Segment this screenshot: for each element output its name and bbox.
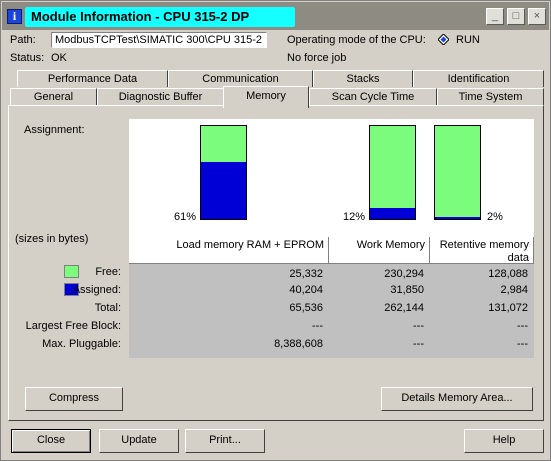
retentive-memory-percent: 2% — [487, 211, 503, 223]
path-field[interactable]: ModbusTCPTest\SIMATIC 300\CPU 315-2 — [51, 32, 267, 48]
table-cell: --- — [413, 320, 424, 332]
work-memory-percent: 12% — [343, 211, 366, 223]
module-information-window: i Module Information - CPU 315-2 DP _ □ … — [0, 0, 551, 461]
row-label-free: Free: — [95, 266, 121, 278]
column-header-load-memory: Load memory RAM + EPROM — [129, 237, 329, 264]
tab-diagnostic-buffer[interactable]: Diagnostic Buffer — [97, 88, 224, 105]
minimize-button[interactable]: _ — [486, 8, 504, 25]
table-cell: 2,984 — [500, 284, 528, 296]
operating-mode-label: Operating mode of the CPU: — [287, 34, 426, 46]
row-label-total: Total: — [94, 302, 121, 314]
tab-identification[interactable]: Identification — [413, 70, 544, 87]
column-header-work-memory: Work Memory — [329, 237, 430, 264]
sizes-label: (sizes in bytes) — [15, 233, 89, 245]
table-cell: --- — [312, 320, 323, 332]
assignment-label: Assignment: — [24, 124, 85, 136]
table-cell: 40,204 — [289, 284, 323, 296]
table-cell: 65,536 — [289, 302, 323, 314]
run-state-icon — [438, 34, 449, 45]
row-label-assigned: Assigned: — [72, 284, 121, 296]
work-memory-bar — [369, 125, 416, 220]
table-cell: --- — [517, 338, 528, 350]
print-button[interactable]: Print... — [185, 429, 265, 453]
retentive-memory-assigned-fill — [435, 217, 480, 219]
status-label: Status: — [10, 52, 45, 64]
row-label-largest-free-block: Largest Free Block: — [25, 320, 121, 332]
table-cell: 131,072 — [488, 302, 528, 314]
table-cell: 31,850 — [390, 284, 424, 296]
close-button[interactable]: Close — [11, 429, 91, 453]
tab-time-system[interactable]: Time System — [437, 88, 544, 105]
operating-mode-value: RUN — [456, 34, 480, 46]
work-memory-assigned-fill — [370, 207, 415, 219]
row-label-max-pluggable: Max. Pluggable: — [42, 338, 121, 350]
tab-general[interactable]: General — [10, 88, 97, 105]
title-bar[interactable]: i Module Information - CPU 315-2 DP _ □ … — [2, 2, 549, 30]
window-title: Module Information - CPU 315-2 DP — [25, 7, 295, 27]
tab-performance-data[interactable]: Performance Data — [17, 70, 168, 87]
table-cell: 262,144 — [384, 302, 424, 314]
table-cell: 8,388,608 — [274, 338, 323, 350]
details-memory-area-button[interactable]: Details Memory Area... — [381, 387, 533, 411]
table-cell: --- — [413, 338, 424, 350]
path-label: Path: — [10, 34, 36, 46]
load-memory-percent: 61% — [174, 211, 197, 223]
info-icon: i — [7, 9, 22, 24]
maximize-button[interactable]: □ — [507, 8, 525, 25]
tab-scan-cycle-time[interactable]: Scan Cycle Time — [309, 88, 437, 105]
tab-memory[interactable]: Memory — [223, 86, 309, 108]
close-window-button[interactable]: × — [528, 8, 546, 25]
table-cell: --- — [517, 320, 528, 332]
status-value: OK — [51, 52, 67, 64]
load-memory-assigned-fill — [201, 162, 246, 219]
load-memory-bar — [200, 125, 247, 220]
compress-button[interactable]: Compress — [25, 387, 123, 411]
help-button[interactable]: Help — [464, 429, 544, 453]
column-header-retentive-memory: Retentive memory data — [430, 237, 534, 264]
force-job-status: No force job — [287, 52, 347, 64]
tab-stacks[interactable]: Stacks — [313, 70, 413, 87]
retentive-memory-bar — [434, 125, 481, 220]
update-button[interactable]: Update — [99, 429, 179, 453]
tab-communication[interactable]: Communication — [168, 70, 313, 87]
